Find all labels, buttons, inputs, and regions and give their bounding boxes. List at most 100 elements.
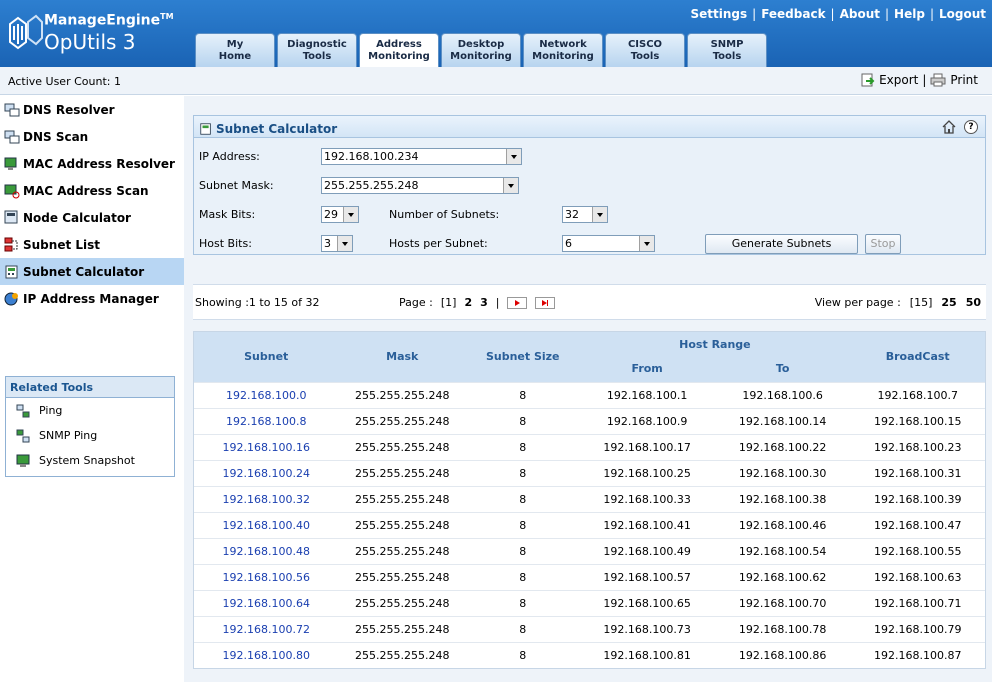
cell-subnet-size: 8 — [466, 511, 580, 538]
sidebar-item-dns-resolver[interactable]: DNS Resolver — [0, 96, 184, 123]
sidebar-item-mac-address-scan[interactable]: MAC Address Scan — [0, 177, 184, 204]
settings-link[interactable]: Settings — [690, 7, 747, 21]
cell-subnet[interactable]: 192.168.100.72 — [194, 615, 339, 642]
about-link[interactable]: About — [840, 7, 880, 21]
sidebar-item-mac-address-resolver[interactable]: MAC Address Resolver — [0, 150, 184, 177]
sidebar-item-node-calculator[interactable]: Node Calculator — [0, 204, 184, 231]
hosts-per-subnet-select[interactable]: 6 — [562, 235, 655, 252]
cell-to: 192.168.100.54 — [714, 537, 851, 564]
chevron-down-icon[interactable] — [337, 236, 352, 251]
feedback-link[interactable]: Feedback — [761, 7, 825, 21]
snmp-ping-icon — [16, 429, 30, 442]
related-item-system-snapshot[interactable]: System Snapshot — [6, 448, 174, 473]
number-of-subnets-select[interactable]: 32 — [562, 206, 608, 223]
cell-to: 192.168.100.6 — [714, 381, 851, 408]
print-icon[interactable] — [930, 73, 946, 87]
chevron-down-icon[interactable] — [503, 178, 518, 193]
tab-network-monitoring[interactable]: Network Monitoring — [523, 33, 603, 67]
tab-my-home[interactable]: My Home — [195, 33, 275, 67]
sidebar-item-ip-address-manager[interactable]: IP Address Manager — [0, 285, 184, 312]
subnet-mask-select[interactable]: 255.255.255.248 — [321, 177, 519, 194]
host-bits-select[interactable]: 3 — [321, 235, 353, 252]
cell-mask: 255.255.255.248 — [338, 537, 467, 564]
subnet-list-icon — [4, 237, 18, 251]
cell-subnet[interactable]: 192.168.100.8 — [194, 407, 339, 434]
subnet-calculator-icon — [200, 122, 211, 135]
column-header-from: From — [579, 356, 715, 382]
help-icon[interactable]: ? — [964, 120, 978, 134]
cell-broadcast: 192.168.100.15 — [850, 407, 985, 434]
tab-snmp-tools[interactable]: SNMP Tools — [687, 33, 767, 67]
ip-address-label: IP Address: — [199, 150, 260, 163]
tab-desktop-monitoring[interactable]: Desktop Monitoring — [441, 33, 521, 67]
related-tools-panel: Related Tools Ping SNMP Ping System Snap… — [5, 376, 175, 477]
dns-scan-icon — [4, 130, 20, 143]
next-page-icon[interactable] — [507, 296, 528, 309]
cell-subnet[interactable]: 192.168.100.16 — [194, 433, 339, 460]
page-3-link[interactable]: 3 — [480, 296, 488, 309]
host-bits-label: Host Bits: — [199, 237, 252, 250]
table-row: 192.168.100.56 255.255.255.248 8 192.168.10… — [194, 563, 985, 590]
number-of-subnets-label: Number of Subnets: — [389, 208, 500, 221]
export-button[interactable]: Export — [879, 73, 918, 87]
cell-subnet[interactable]: 192.168.100.32 — [194, 485, 339, 512]
dns-resolver-icon — [4, 103, 20, 116]
cell-from: 192.168.100.33 — [579, 485, 715, 512]
cell-mask: 255.255.255.248 — [338, 589, 467, 616]
sidebar-item-subnet-calculator[interactable]: Subnet Calculator — [0, 258, 184, 285]
cell-mask: 255.255.255.248 — [338, 459, 467, 486]
export-icon[interactable] — [861, 73, 875, 87]
chevron-down-icon[interactable] — [592, 207, 607, 222]
help-link[interactable]: Help — [894, 7, 925, 21]
cell-subnet[interactable]: 192.168.100.80 — [194, 641, 339, 668]
tab-cisco-tools[interactable]: CISCO Tools — [605, 33, 685, 67]
mask-bits-select[interactable]: 29 — [321, 206, 359, 223]
table-row: 192.168.100.8 255.255.255.248 8 192.168.100… — [194, 407, 985, 434]
chevron-down-icon[interactable] — [506, 149, 521, 164]
cell-subnet[interactable]: 192.168.100.56 — [194, 563, 339, 590]
cell-to: 192.168.100.86 — [714, 641, 851, 668]
stop-button[interactable]: Stop — [865, 234, 901, 254]
ip-address-combo[interactable]: 192.168.100.234 — [321, 148, 522, 165]
home-icon[interactable] — [942, 120, 956, 134]
cell-subnet[interactable]: 192.168.100.24 — [194, 459, 339, 486]
column-header-broadcast: BroadCast — [850, 332, 985, 382]
cell-subnet[interactable]: 192.168.100.0 — [194, 381, 339, 408]
cell-subnet-size: 8 — [466, 381, 580, 408]
cell-broadcast: 192.168.100.79 — [850, 615, 985, 642]
panel-title: Subnet Calculator — [216, 121, 338, 136]
cell-subnet[interactable]: 192.168.100.40 — [194, 511, 339, 538]
main-content: Subnet Calculator ? IP Address: 192.168.… — [184, 96, 992, 682]
column-header-subnet-size: Subnet Size — [466, 332, 580, 382]
cell-subnet[interactable]: 192.168.100.64 — [194, 589, 339, 616]
cell-subnet-size: 8 — [466, 407, 580, 434]
subnet-calculator-icon — [5, 265, 18, 278]
view-per-page-25[interactable]: 25 — [941, 296, 956, 309]
cell-broadcast: 192.168.100.39 — [850, 485, 985, 512]
cell-to: 192.168.100.70 — [714, 589, 851, 616]
sidebar-item-subnet-list[interactable]: Subnet List — [0, 231, 184, 258]
chevron-down-icon[interactable] — [639, 236, 654, 251]
page-label: Page : — [399, 296, 433, 309]
tab-diagnostic-tools[interactable]: Diagnostic Tools — [277, 33, 357, 67]
cell-subnet[interactable]: 192.168.100.48 — [194, 537, 339, 564]
logout-link[interactable]: Logout — [939, 7, 986, 21]
chevron-down-icon[interactable] — [343, 207, 358, 222]
print-button[interactable]: Print — [950, 73, 978, 87]
tab-address-monitoring[interactable]: Address Monitoring — [359, 33, 439, 67]
view-per-page-label: View per page : — [814, 296, 901, 309]
table-row: 192.168.100.80 255.255.255.248 8 192.168.10… — [194, 641, 985, 668]
cell-subnet-size: 8 — [466, 537, 580, 564]
cell-broadcast: 192.168.100.7 — [850, 381, 985, 408]
last-page-icon[interactable] — [535, 296, 556, 309]
sidebar-item-dns-scan[interactable]: DNS Scan — [0, 123, 184, 150]
column-header-to: To — [714, 356, 851, 382]
view-per-page-50[interactable]: 50 — [966, 296, 981, 309]
ping-icon — [16, 404, 30, 417]
related-item-snmp-ping[interactable]: SNMP Ping — [6, 423, 174, 448]
related-item-ping[interactable]: Ping — [6, 398, 174, 423]
generate-subnets-button[interactable]: Generate Subnets — [705, 234, 858, 254]
cell-subnet-size: 8 — [466, 563, 580, 590]
page-2-link[interactable]: 2 — [464, 296, 472, 309]
cell-to: 192.168.100.46 — [714, 511, 851, 538]
